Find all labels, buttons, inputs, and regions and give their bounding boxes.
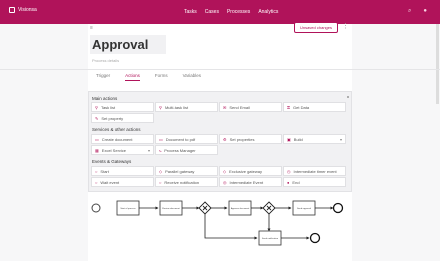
divider bbox=[0, 69, 440, 70]
card-multi-task-list[interactable]: ⚲ Multi-task list bbox=[155, 102, 218, 112]
main-nav: Tasks Cases Processes Analytics bbox=[184, 9, 278, 15]
card-exclusive-gateway[interactable]: ◇ Exclusive gateway bbox=[219, 166, 282, 176]
card-end[interactable]: ● End bbox=[283, 177, 346, 187]
build-icon: ▣ bbox=[287, 136, 291, 142]
card-build[interactable]: ▣ Build ▾ bbox=[283, 134, 346, 144]
tab-trigger[interactable]: Trigger bbox=[96, 73, 110, 81]
card-set-property[interactable]: ✎ Set property bbox=[91, 113, 154, 123]
task-send-approval[interactable]: Send approval bbox=[292, 200, 316, 216]
svg-text:Approve document: Approve document bbox=[231, 207, 250, 210]
user-icon[interactable]: ● bbox=[423, 8, 427, 15]
pdf-icon: ▭ bbox=[159, 136, 163, 142]
nav-tasks[interactable]: Tasks bbox=[184, 9, 197, 15]
card-get-data[interactable]: ⚿ Get Data bbox=[283, 102, 346, 112]
document-icon: ▭ bbox=[95, 136, 99, 142]
card-parallel-gateway[interactable]: ◇ Parallel gateway bbox=[155, 166, 218, 176]
section-services: Services & other actions bbox=[92, 127, 141, 132]
logo-icon bbox=[9, 7, 15, 13]
card-intermediate-timer[interactable]: ◷ Intermediate timer event bbox=[283, 166, 346, 176]
app-name: Visionsa bbox=[18, 7, 37, 13]
tab-forms[interactable]: Forms bbox=[155, 73, 168, 81]
card-process-manager[interactable]: ⤷ Process Manager bbox=[155, 145, 218, 155]
start-event[interactable] bbox=[91, 203, 101, 213]
panel-dot bbox=[347, 96, 349, 98]
nav-processes[interactable]: Processes bbox=[227, 9, 250, 15]
unsaved-changes-button[interactable]: Unsaved changes bbox=[293, 22, 338, 33]
parallel-gateway-icon: ◇ bbox=[159, 168, 163, 174]
process-icon: ⤷ bbox=[159, 147, 162, 153]
nav-analytics[interactable]: Analytics bbox=[258, 9, 278, 15]
app-logo[interactable]: Visionsa bbox=[9, 7, 37, 13]
header-actions: Unsaved changes ⋮ bbox=[293, 22, 349, 33]
card-wait-event[interactable]: ○ Wait event bbox=[91, 177, 154, 187]
svg-text:Review document: Review document bbox=[162, 207, 180, 210]
excel-icon: ▦ bbox=[95, 147, 99, 153]
intermediate-icon: ◎ bbox=[223, 179, 227, 185]
end-event-icon: ● bbox=[287, 179, 290, 185]
end-event-1[interactable] bbox=[332, 202, 344, 214]
card-receive-notification[interactable]: ○ Receive notification bbox=[155, 177, 218, 187]
process-diagram[interactable]: Start of process Review document Approve… bbox=[0, 192, 440, 261]
card-document-to-pdf[interactable]: ▭ Document to pdf bbox=[155, 134, 218, 144]
wait-icon: ○ bbox=[95, 179, 98, 185]
flow-arrow bbox=[204, 214, 258, 240]
page-title: Approval bbox=[92, 37, 149, 52]
card-set-properties[interactable]: ⚙ Set properties bbox=[219, 134, 282, 144]
search-icon[interactable]: ⌕ bbox=[408, 8, 411, 15]
properties-icon: ⚙ bbox=[223, 136, 227, 142]
tab-bar: Trigger Actions Forms Variables bbox=[96, 73, 201, 81]
data-icon: ⚿ bbox=[287, 104, 291, 110]
task-review-document[interactable]: Review document bbox=[159, 200, 183, 216]
nav-cases[interactable]: Cases bbox=[205, 9, 219, 15]
tab-actions[interactable]: Actions bbox=[125, 73, 140, 81]
task-approve-document[interactable]: Approve document bbox=[228, 200, 252, 216]
section-main-actions: Main actions bbox=[92, 96, 118, 101]
menu-toggle[interactable]: ≡ bbox=[90, 25, 93, 31]
chevron-down-icon[interactable]: ▾ bbox=[340, 137, 342, 142]
task-icon: ⚲ bbox=[95, 104, 98, 110]
multi-task-icon: ⚲ bbox=[159, 104, 162, 110]
card-task-list[interactable]: ⚲ Task list bbox=[91, 102, 154, 112]
exclusive-gateway-icon: ◇ bbox=[223, 168, 227, 174]
tab-variables[interactable]: Variables bbox=[183, 73, 201, 81]
end-event-2[interactable] bbox=[309, 232, 321, 244]
top-bar: Visionsa Tasks Cases Processes Analytics… bbox=[0, 0, 440, 24]
page-subtitle: Process details bbox=[92, 58, 120, 63]
svg-text:Send approval: Send approval bbox=[297, 207, 312, 210]
start-event-icon: ○ bbox=[95, 168, 98, 174]
svg-text:Start of process: Start of process bbox=[120, 207, 136, 210]
card-start[interactable]: ○ Start bbox=[91, 166, 154, 176]
task-send-notification[interactable]: Send notification bbox=[258, 230, 282, 246]
top-icons: ⌕ ● bbox=[408, 8, 427, 15]
section-events: Events & Gateways bbox=[92, 159, 132, 164]
card-send-email[interactable]: ✉ Send Email bbox=[219, 102, 282, 112]
actions-panel: Main actions ⚲ Task list ⚲ Multi-task list… bbox=[88, 91, 352, 192]
chevron-down-icon[interactable]: ▾ bbox=[148, 148, 150, 153]
notification-icon: ○ bbox=[159, 179, 162, 185]
gateway-2[interactable] bbox=[262, 201, 276, 215]
card-excel-service[interactable]: ▦ Excel Service ▾ bbox=[91, 145, 154, 155]
property-icon: ✎ bbox=[95, 115, 99, 121]
scrollbar[interactable] bbox=[436, 24, 439, 104]
card-create-document[interactable]: ▭ Create document bbox=[91, 134, 154, 144]
gateway-1[interactable] bbox=[198, 201, 212, 215]
more-icon[interactable]: ⋮ bbox=[342, 22, 349, 33]
timer-icon: ◷ bbox=[287, 168, 291, 174]
svg-text:Send notification: Send notification bbox=[262, 237, 279, 240]
task-start-of-process[interactable]: Start of process bbox=[116, 200, 140, 216]
card-intermediate-event[interactable]: ◎ Intermediate Event bbox=[219, 177, 282, 187]
email-icon: ✉ bbox=[223, 104, 227, 110]
